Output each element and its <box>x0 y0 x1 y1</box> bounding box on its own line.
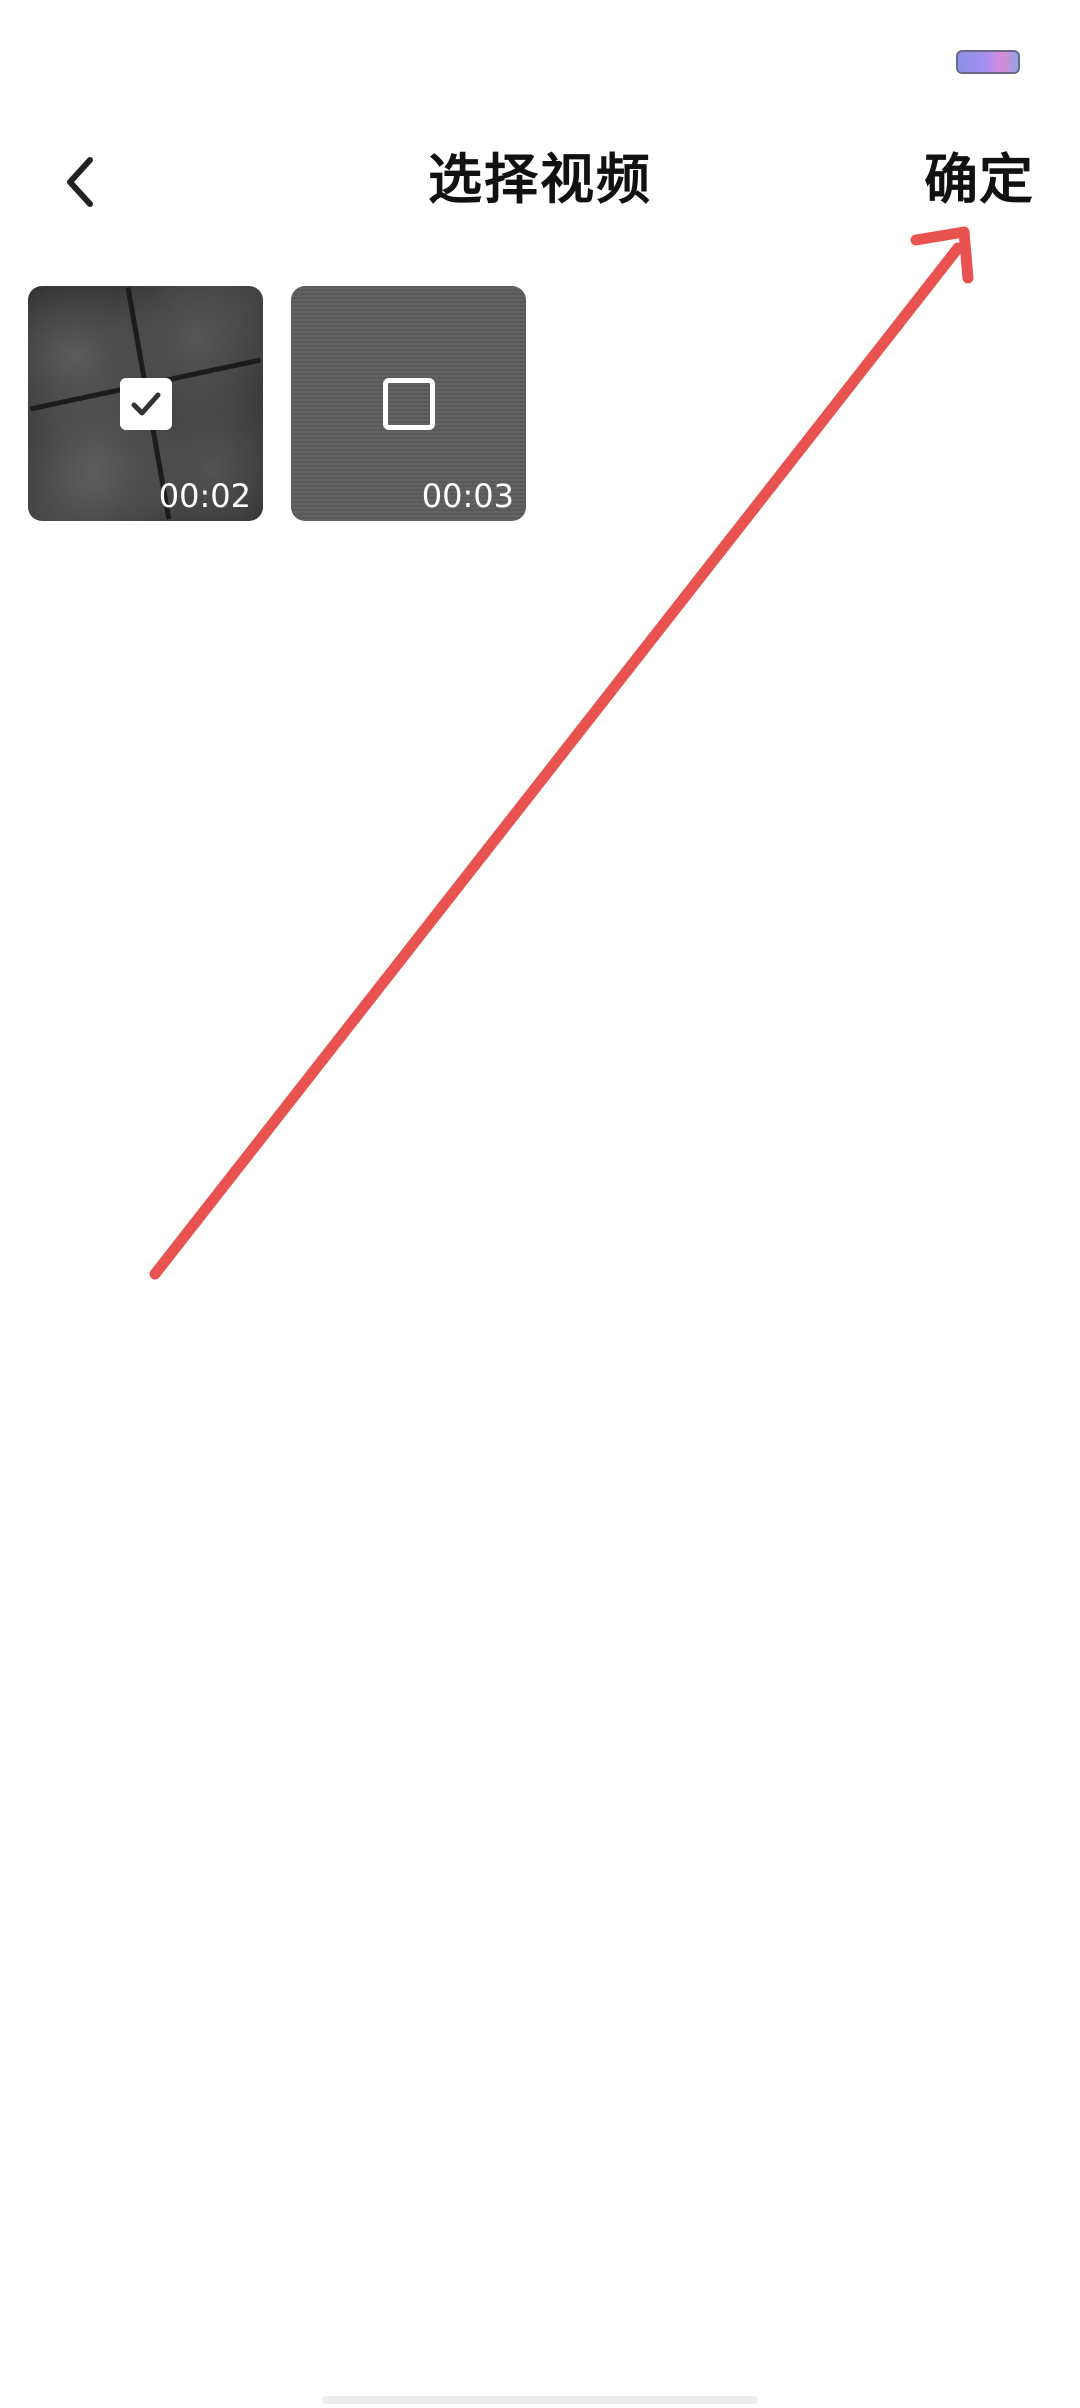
chevron-left-icon <box>67 157 93 207</box>
checkmark-icon <box>131 392 161 416</box>
confirm-button[interactable]: 确定 <box>924 120 1034 240</box>
status-bar <box>0 0 1080 120</box>
status-indicator-icon <box>956 50 1020 74</box>
video-item-2[interactable]: 00:03 <box>291 286 526 521</box>
video-item-1[interactable]: 00:02 <box>28 286 263 521</box>
back-button[interactable] <box>40 142 120 222</box>
video-grid: 00:02 00:03 <box>28 286 1052 521</box>
checkbox-unchecked-icon[interactable] <box>383 378 435 430</box>
checkbox-checked-icon[interactable] <box>120 378 172 430</box>
header: 选择视频 确定 <box>0 120 1080 240</box>
home-indicator <box>322 2396 758 2404</box>
video-duration: 00:03 <box>421 477 514 515</box>
page-title: 选择视频 <box>428 148 652 211</box>
video-duration: 00:02 <box>158 477 251 515</box>
